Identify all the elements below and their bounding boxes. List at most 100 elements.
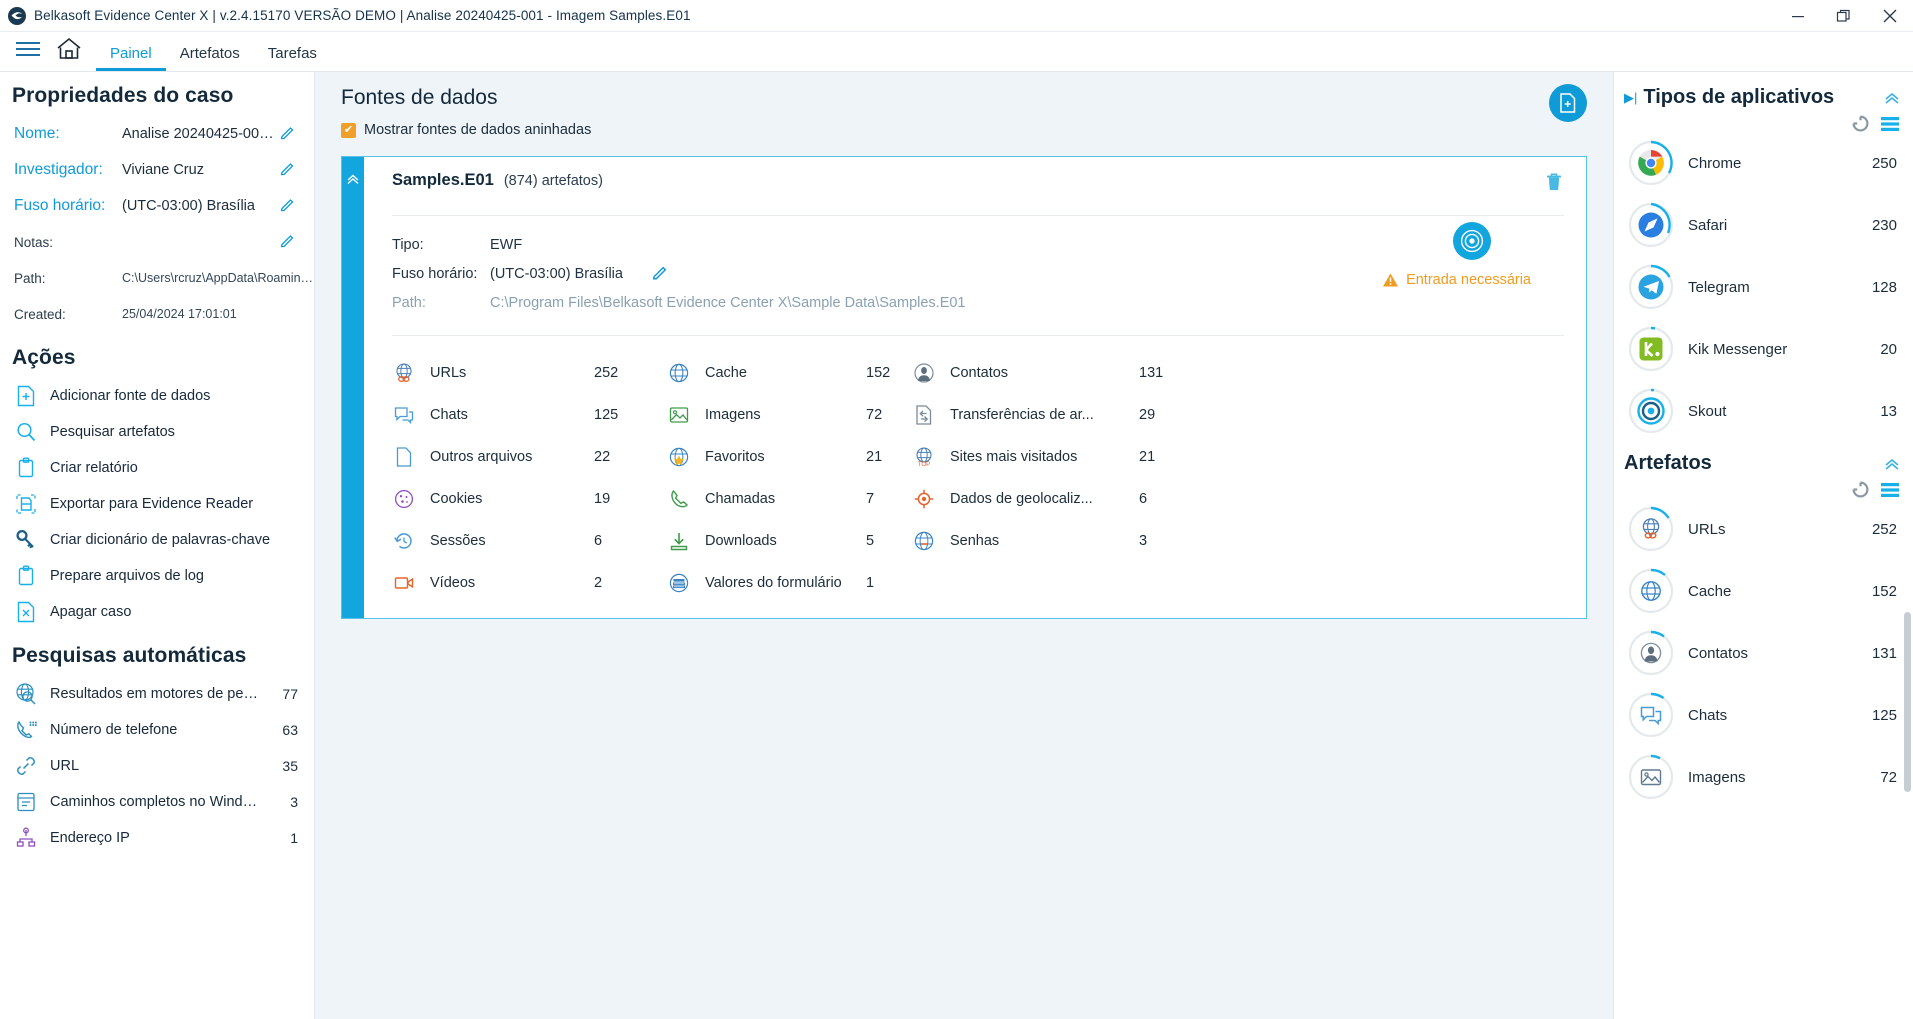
artifact-cell-sites-mais-visitados[interactable]: TOP Sites mais visitados 21	[912, 436, 1564, 478]
artifact-label: Dados de geolocaliz...	[950, 491, 1093, 507]
search-count: 77	[282, 686, 298, 702]
svg-text:TOP: TOP	[918, 462, 930, 468]
edit-pencil-icon[interactable]	[279, 234, 296, 251]
auto-searches-title: Pesquisas automáticas	[12, 644, 247, 667]
home-icon[interactable]	[48, 31, 90, 71]
expand-panel-icon[interactable]: ▶|	[1624, 90, 1637, 106]
artifact-cell-valores-formulario[interactable]: Valores do formulário 1	[667, 562, 912, 604]
list-icon[interactable]	[1881, 482, 1899, 498]
artifact-row-urls[interactable]: URLs 252	[1614, 498, 1913, 560]
app-row-chrome[interactable]: Chrome 250	[1614, 132, 1913, 194]
artifact-cell-contatos[interactable]: Contatos 131	[912, 352, 1564, 394]
artifact-label: Valores do formulário	[705, 575, 842, 591]
artifact-cell-cookies[interactable]: Cookies 19	[392, 478, 667, 520]
action-exportar-para-evidence-reader[interactable]: Exportar para Evidence Reader	[0, 486, 314, 522]
action-prepare-arquivos-de-log[interactable]: Prepare arquivos de log	[0, 558, 314, 594]
action-apagar-caso[interactable]: Apagar caso	[0, 594, 314, 630]
artifact-cell-senhas[interactable]: Senhas 3	[912, 520, 1564, 562]
refresh-icon[interactable]	[1852, 481, 1869, 498]
file-transfer-icon	[912, 403, 936, 427]
action-label: Criar relatório	[50, 460, 138, 476]
artifact-count: 19	[594, 491, 611, 507]
edit-pencil-icon[interactable]	[279, 198, 296, 215]
artifact-count: 5	[866, 533, 875, 549]
artifact-label: Sessões	[430, 533, 486, 549]
action-criar-relatorio[interactable]: Criar relatório	[0, 450, 314, 486]
avatar	[1628, 264, 1674, 310]
edit-pencil-icon[interactable]	[279, 162, 296, 179]
artifact-cell-urls[interactable]: URLs 252	[392, 352, 667, 394]
globe-icon	[667, 361, 691, 385]
property-value: Viviane Cruz	[122, 162, 204, 178]
search-label: Caminhos completos no Windo...	[50, 794, 260, 810]
artifact-cell-geolocalizacao[interactable]: Dados de geolocaliz... 6	[912, 478, 1564, 520]
checkbox-checked-icon[interactable]: ✔	[341, 122, 356, 138]
app-row-safari[interactable]: Safari 230	[1614, 194, 1913, 256]
artifact-cell-imagens[interactable]: Imagens 72	[667, 394, 912, 436]
search-row-endereco-ip[interactable]: Endereço IP 1	[0, 820, 314, 856]
artifact-count: 7	[866, 491, 875, 507]
artifact-count: 21	[866, 449, 883, 465]
meta-row-tipo: Tipo: EWF	[392, 230, 1564, 259]
main-tabs: Painel Artefatos Tarefas	[96, 31, 331, 71]
artifact-cell-transferencias[interactable]: Transferências de ar... 29	[912, 394, 1564, 436]
edit-pencil-icon[interactable]	[651, 265, 669, 283]
bookmark-star-icon	[667, 445, 691, 469]
artifact-row-contatos[interactable]: Contatos 131	[1614, 622, 1913, 684]
app-label: Chrome	[1688, 154, 1742, 172]
chat-icon	[1640, 706, 1662, 726]
search-row-caminhos-windows[interactable]: Caminhos completos no Windo... 3	[0, 784, 314, 820]
tab-tarefas[interactable]: Tarefas	[254, 31, 331, 71]
artifact-count: 131	[1139, 365, 1164, 381]
artifact-cell-outros-arquivos[interactable]: Outros arquivos 22	[392, 436, 667, 478]
artifact-cell-favoritos[interactable]: Favoritos 21	[667, 436, 912, 478]
add-data-source-button[interactable]	[1549, 84, 1587, 122]
artifact-cell-downloads[interactable]: Downloads 5	[667, 520, 912, 562]
artifact-cell-videos[interactable]: Vídeos 2	[392, 562, 667, 604]
artifact-row-chats[interactable]: Chats 125	[1614, 684, 1913, 746]
artifact-row-imagens[interactable]: Imagens 72	[1614, 746, 1913, 808]
artifact-cell-chamadas[interactable]: Chamadas 7	[667, 478, 912, 520]
tab-painel[interactable]: Painel	[96, 31, 166, 71]
trash-icon[interactable]	[1544, 171, 1564, 193]
close-button[interactable]	[1867, 0, 1913, 32]
chevron-up-icon[interactable]	[1883, 90, 1901, 106]
artifact-count: 2	[594, 575, 603, 591]
list-icon[interactable]	[1881, 116, 1899, 132]
action-adicionar-fonte-de-dados[interactable]: Adicionar fonte de dados	[0, 378, 314, 414]
app-row-kik-messenger[interactable]: Kik Messenger 20	[1614, 318, 1913, 380]
minimize-button[interactable]	[1775, 0, 1821, 32]
artifact-cell-sessoes[interactable]: Sessões 6	[392, 520, 667, 562]
restore-button[interactable]	[1821, 0, 1867, 32]
right-panel-scrollbar[interactable]	[1904, 612, 1911, 792]
edit-pencil-icon[interactable]	[279, 126, 296, 143]
action-pesquisar-artefatos[interactable]: Pesquisar artefatos	[0, 414, 314, 450]
artifact-count: 3	[1139, 533, 1148, 549]
contact-icon	[1640, 642, 1662, 664]
disc-icon[interactable]	[1453, 222, 1491, 260]
artifact-label: Downloads	[705, 533, 777, 549]
search-label: Endereço IP	[50, 830, 130, 846]
artifact-grid: URLs 252 Cache 152 Contatos 131 Chats 12…	[364, 336, 1586, 604]
app-row-skout[interactable]: Skout 13	[1614, 380, 1913, 442]
show-nested-checkbox-row[interactable]: ✔ Mostrar fontes de dados aninhadas	[341, 122, 1587, 138]
hamburger-menu-icon[interactable]	[8, 31, 48, 71]
search-label: URL	[50, 758, 80, 774]
search-row-numero-de-telefone[interactable]: Número de telefone 63	[0, 712, 314, 748]
artifact-count: 125	[594, 407, 619, 423]
chevron-up-icon[interactable]	[1883, 456, 1901, 472]
property-label: Fuso horário:	[14, 197, 106, 214]
search-count: 3	[290, 794, 298, 810]
data-source-collapse-bar[interactable]	[342, 157, 364, 618]
refresh-icon[interactable]	[1852, 115, 1869, 132]
search-row-motores-de-pesquisa[interactable]: Resultados em motores de pes... 77	[0, 676, 314, 712]
tab-artefatos[interactable]: Artefatos	[166, 31, 254, 71]
artifact-cell-cache[interactable]: Cache 152	[667, 352, 912, 394]
artifact-row-cache[interactable]: Cache 152	[1614, 560, 1913, 622]
search-label: Número de telefone	[50, 722, 178, 738]
search-row-url[interactable]: URL 35	[0, 748, 314, 784]
artifact-cell-chats[interactable]: Chats 125	[392, 394, 667, 436]
artifact-label: Imagens	[705, 407, 761, 423]
app-row-telegram[interactable]: Telegram 128	[1614, 256, 1913, 318]
action-criar-dicionario-de-palavras-chave[interactable]: Criar dicionário de palavras-chave	[0, 522, 314, 558]
